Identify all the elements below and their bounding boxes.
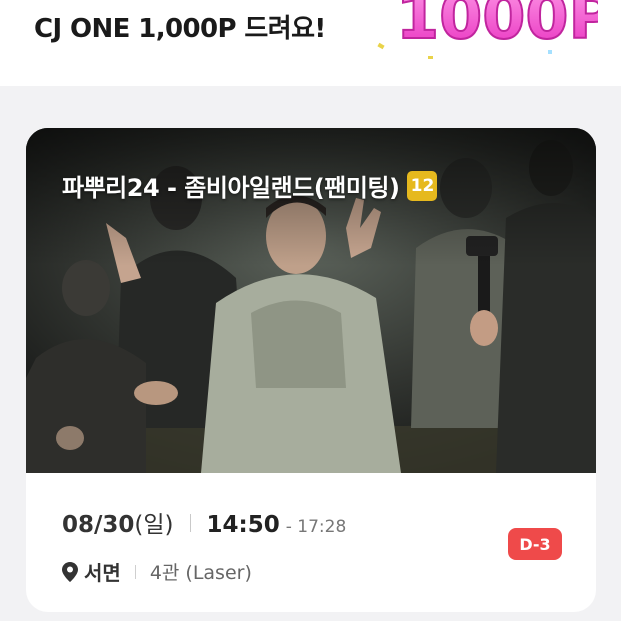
theater-row: 서면 4관 (Laser) [62, 557, 582, 586]
screen-name: 4관 (Laser) [149, 562, 252, 584]
booking-card[interactable]: 파뿌리24 - 좀비아일랜드(팬미팅) 12 08/30 (일) 14:50 -… [26, 128, 596, 612]
showtime-info: 08/30 (일) 14:50 - 17:28 서면 4관 (Laser) [62, 505, 582, 586]
points-balloon-art: 1000P [377, 0, 598, 59]
promo-art-text: 1000P [396, 0, 598, 53]
movie-title: 파뿌리24 - 좀비아일랜드(팬미팅) [62, 174, 400, 202]
divider [134, 564, 136, 579]
d-day-badge: D-3 [508, 528, 562, 560]
movie-poster: 파뿌리24 - 좀비아일랜드(팬미팅) 12 [26, 128, 596, 473]
promo-title: CJ ONE 1,000P 드려요! [34, 14, 326, 44]
end-time: - 17:28 [285, 517, 347, 537]
divider [189, 514, 191, 532]
show-day-of-week: (일) [134, 512, 174, 538]
theater-name: 서면 [84, 561, 121, 585]
showtime-row: 08/30 (일) 14:50 - 17:28 [62, 505, 582, 539]
map-pin-icon [62, 561, 78, 582]
movie-title-row: 파뿌리24 - 좀비아일랜드(팬미팅) 12 [62, 168, 438, 203]
promo-banner[interactable]: CJ ONE 1,000P 드려요! 1000P [0, 0, 621, 86]
age-rating-badge: 12 [407, 170, 438, 201]
show-date: 08/30 [62, 512, 135, 538]
start-time: 14:50 [206, 512, 280, 538]
